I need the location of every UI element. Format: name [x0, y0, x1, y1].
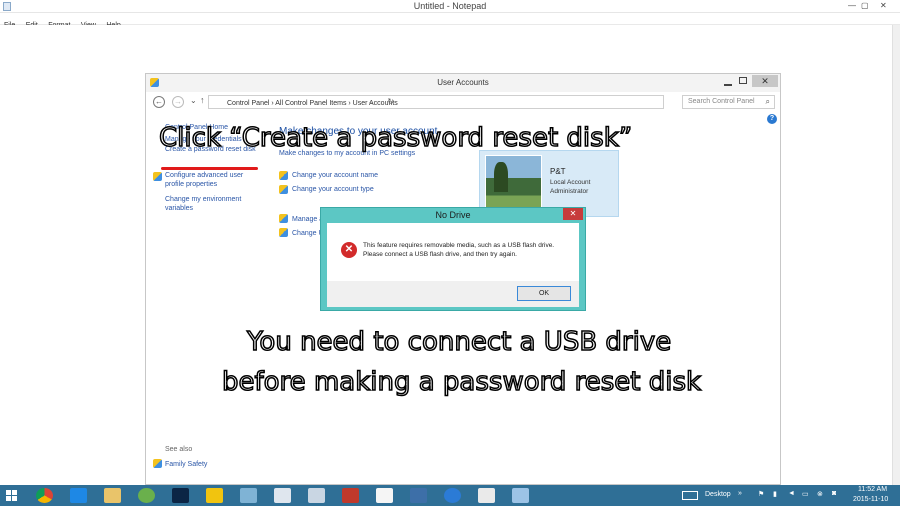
close-icon[interactable]: ✕: [563, 208, 583, 220]
forward-icon[interactable]: →: [172, 96, 184, 108]
address-bar[interactable]: Control Panel › All Control Panel Items …: [208, 95, 664, 109]
search-icon: ⌕: [765, 97, 770, 106]
note-caption-line2: before making a password reset disk: [221, 366, 702, 398]
shield-icon: [279, 228, 288, 237]
maximize-icon[interactable]: ▢: [861, 1, 869, 10]
family-safety-icon: [153, 459, 162, 468]
sidebar-env: Change my environment variables: [165, 195, 250, 213]
dialog-body: ✕ This feature requires removable media,…: [327, 223, 579, 307]
close-icon[interactable]: ✕: [880, 1, 887, 10]
help-icon[interactable]: ?: [767, 114, 777, 124]
navigation-bar: ← → ⌄ ↑ Control Panel › All Control Pane…: [146, 92, 780, 112]
clock-time[interactable]: 11:52 AM: [858, 486, 887, 493]
chrome-icon[interactable]: [36, 488, 53, 503]
highlight-underline: [161, 167, 258, 170]
clock-date[interactable]: 2015-11-10: [853, 496, 888, 503]
dropdown-icon[interactable]: ⌄: [368, 97, 375, 106]
window-title-bar: User Accounts ✕: [146, 74, 780, 92]
start-icon[interactable]: [6, 490, 18, 502]
notepad-menu-bar: File Edit Format View Help: [0, 13, 900, 29]
dialog-footer: OK: [327, 281, 579, 307]
app-icon[interactable]: [240, 488, 257, 503]
network-icon[interactable]: [410, 488, 427, 503]
network-tray-icon[interactable]: ▭: [802, 490, 809, 498]
user-account-kind: Local Account: [550, 179, 591, 186]
note-caption-line1: You need to connect a USB drive: [246, 326, 672, 358]
dialog-message-line2: Please connect a USB flash drive, and th…: [363, 251, 517, 258]
notepad-title: Untitled - Notepad: [413, 1, 487, 11]
search-placeholder: Search Control Panel: [688, 98, 755, 105]
error-icon: ✕: [341, 242, 357, 258]
up-arrow-icon[interactable]: ↑: [200, 95, 205, 105]
sidebar-item-advanced-profile[interactable]: Configure advanced user profile properti…: [165, 171, 250, 189]
change-account-name-link[interactable]: Change your account name: [292, 172, 378, 179]
vnc-icon[interactable]: [478, 488, 495, 503]
search-input[interactable]: Search Control Panel ⌕: [682, 95, 775, 109]
dialog-title-bar: No Drive ✕: [321, 208, 585, 222]
app-tray-icon[interactable]: ◙: [832, 490, 836, 497]
photoshop-icon[interactable]: [172, 488, 189, 503]
app-icon[interactable]: [376, 488, 393, 503]
user-name: P&T: [550, 167, 566, 176]
sidebar-advanced: Configure advanced user profile properti…: [165, 171, 250, 189]
flag-icon[interactable]: ⚑: [758, 490, 764, 498]
dialog-title: No Drive: [435, 210, 471, 220]
chevron-down-icon[interactable]: ⌄: [190, 96, 197, 105]
change-account-type-link[interactable]: Change your account type: [292, 186, 374, 193]
sidebar-item-environment-variables[interactable]: Change my environment variables: [165, 195, 250, 213]
notepad-title-bar: Untitled - Notepad — ▢ ✕: [0, 0, 900, 13]
shield-icon: [279, 214, 288, 223]
dialog-message-line1: This feature requires removable media, s…: [363, 242, 555, 249]
user-role: Administrator: [550, 188, 589, 195]
control-panel-taskbar-icon[interactable]: [512, 488, 529, 503]
close-icon[interactable]: ✕: [752, 75, 778, 87]
chevron-up-icon[interactable]: »: [738, 490, 742, 497]
sidebar-family: Family Safety: [165, 460, 207, 469]
maximize-icon[interactable]: [739, 77, 747, 84]
no-drive-dialog: No Drive ✕ ✕ This feature requires remov…: [320, 207, 586, 311]
app-icon[interactable]: [138, 488, 155, 503]
filezilla-icon[interactable]: [342, 488, 359, 503]
shield-icon: [279, 185, 288, 194]
messenger-icon[interactable]: [206, 488, 223, 503]
instruction-caption: Click “Create a password reset disk”: [158, 122, 633, 154]
notepad-scrollbar[interactable]: [892, 25, 900, 485]
shield-icon: [279, 171, 288, 180]
avatar: [485, 155, 542, 212]
ok-button[interactable]: OK: [517, 286, 571, 301]
internet-explorer-icon[interactable]: [70, 488, 87, 503]
desktop-toolbar-label[interactable]: Desktop: [705, 491, 731, 498]
minimize-icon[interactable]: —: [848, 1, 856, 10]
keyboard-icon[interactable]: [682, 491, 698, 500]
taskbar: Desktop » ⚑ ▮ ◄ ▭ ⊗ ◙ 11:52 AM 2015-11-1…: [0, 485, 900, 506]
app-tray-icon[interactable]: ▮: [773, 490, 777, 498]
back-icon[interactable]: ←: [153, 96, 165, 108]
document-icon[interactable]: [308, 488, 325, 503]
see-also-label: See also: [165, 446, 193, 453]
notepad-taskbar-icon[interactable]: [274, 488, 291, 503]
speaker-icon[interactable]: ◄: [788, 490, 795, 497]
app-tray-icon[interactable]: ⊗: [817, 490, 823, 498]
sidebar-item-family-safety[interactable]: Family Safety: [165, 460, 207, 469]
file-explorer-icon[interactable]: [104, 488, 121, 503]
refresh-icon[interactable]: ↻: [387, 97, 394, 106]
teamviewer-icon[interactable]: [444, 488, 461, 503]
minimize-icon[interactable]: [724, 84, 732, 86]
shield-icon: [153, 172, 162, 181]
window-title: User Accounts: [437, 78, 489, 87]
